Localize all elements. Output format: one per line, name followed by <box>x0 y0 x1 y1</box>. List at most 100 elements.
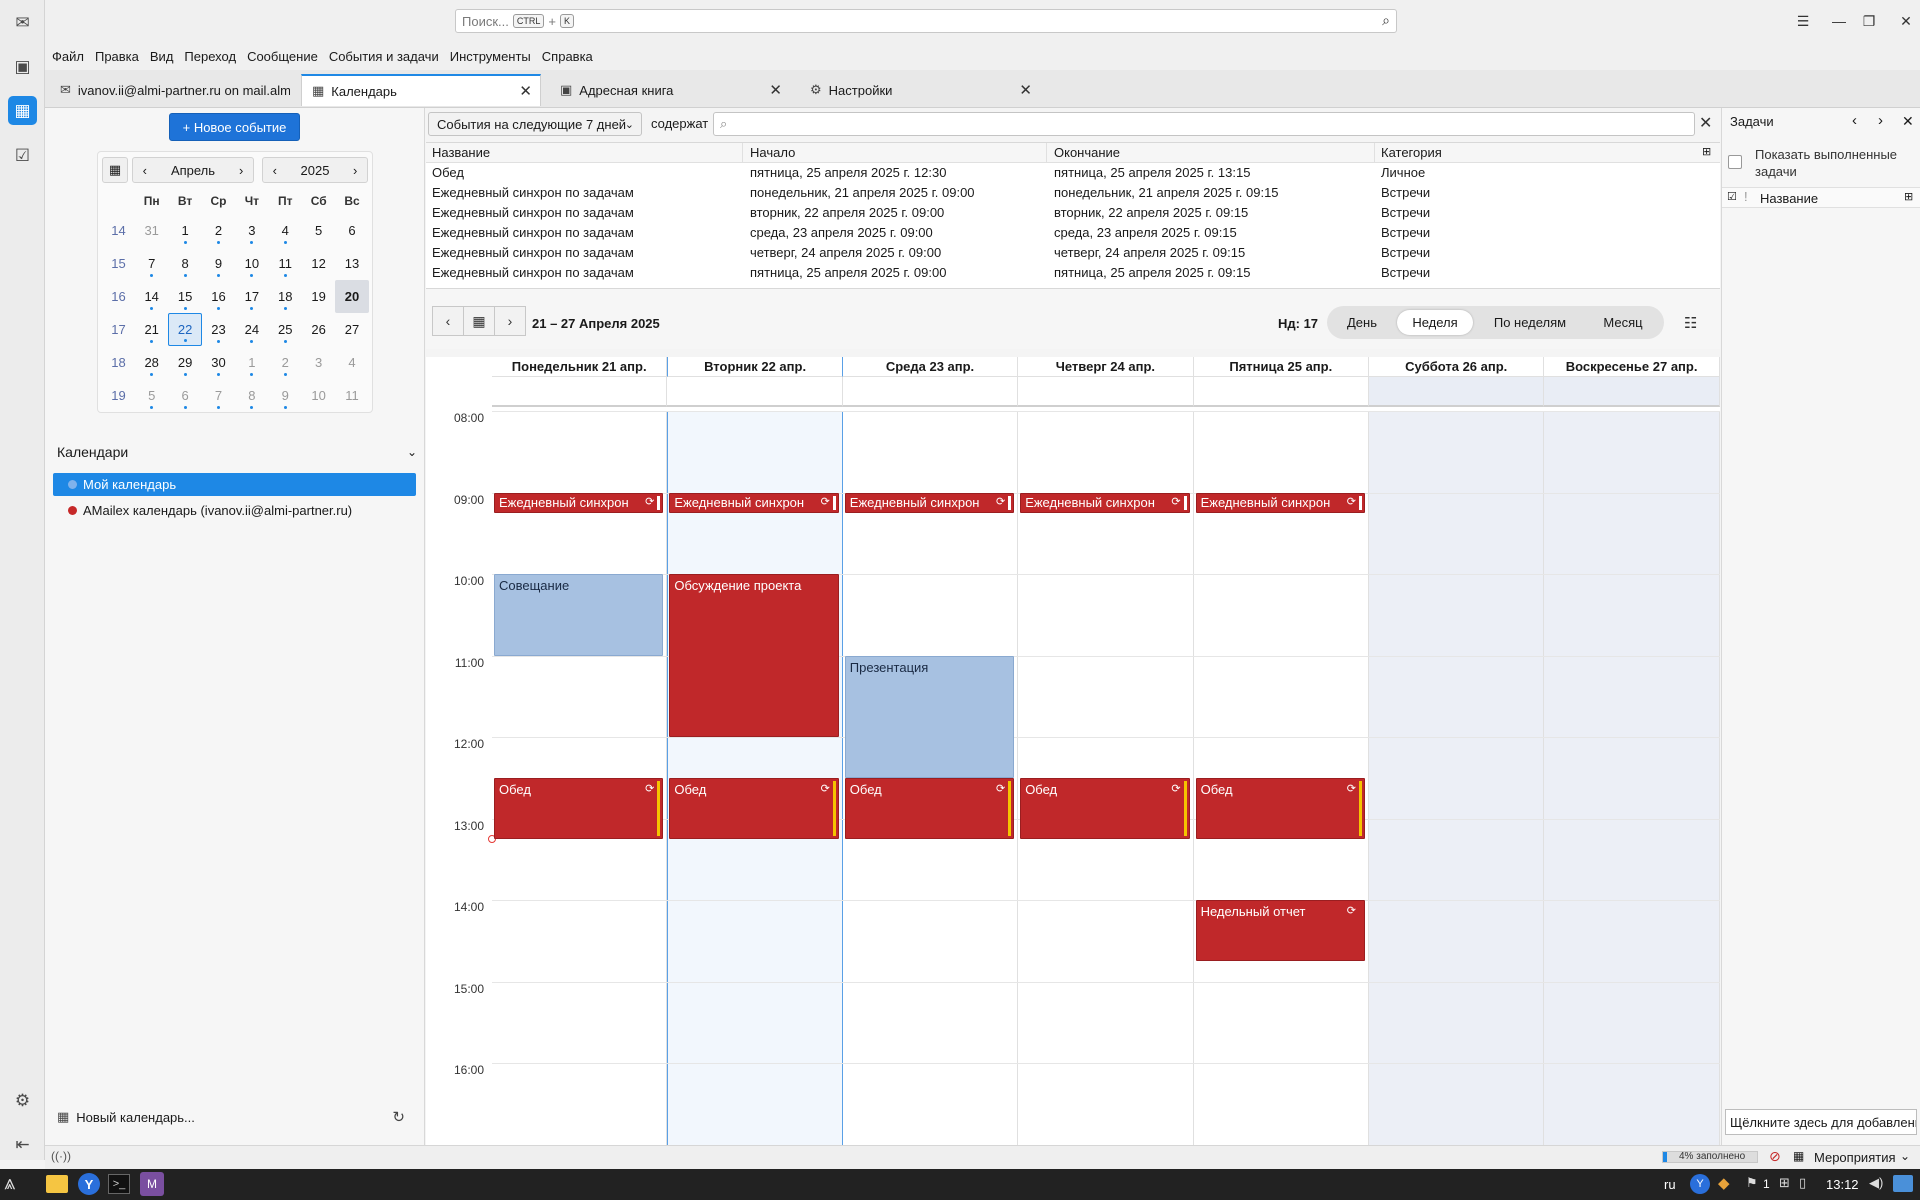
terminal-icon[interactable]: >_ <box>108 1174 130 1194</box>
calendar-event[interactable]: Обсуждение проекта <box>669 574 839 737</box>
day-header[interactable]: Суббота 26 апр. <box>1369 357 1545 377</box>
tab-mail[interactable]: ✉ ivanov.ii@almi-partner.ru on mail.almi <box>50 74 290 106</box>
view-multiweek-button[interactable]: По неделям <box>1477 310 1583 335</box>
menu-message[interactable]: Сообщение <box>247 49 318 64</box>
day-cell[interactable]: 30 <box>202 346 235 379</box>
column-start[interactable]: Начало <box>750 145 795 160</box>
today-calendar-icon[interactable]: ▦ <box>102 157 128 183</box>
day-cell[interactable]: 22 <box>168 313 202 346</box>
day-column[interactable] <box>1544 411 1720 1145</box>
day-cell[interactable]: 2 <box>202 214 235 247</box>
event-filter-input[interactable]: ⌕ <box>713 112 1695 136</box>
day-cell[interactable]: 24 <box>235 313 268 346</box>
year-label[interactable]: 2025 <box>287 163 344 178</box>
day-cell[interactable]: 9 <box>202 247 235 280</box>
volume-icon[interactable]: ◀) <box>1869 1175 1883 1191</box>
chevron-down-icon[interactable]: ⌄ <box>407 445 417 459</box>
prev-year-icon[interactable]: ‹ <box>263 163 287 178</box>
day-cell[interactable]: 7 <box>202 379 235 412</box>
table-row[interactable]: Ежедневный синхрон по задачам пятница, 25… <box>426 263 1720 283</box>
menu-file[interactable]: Файл <box>52 49 84 64</box>
view-month-button[interactable]: Месяц <box>1587 310 1659 335</box>
calendar-event[interactable]: Ежедневный синхрон ⟳ <box>669 492 839 513</box>
network-icon[interactable]: ⊞ <box>1779 1175 1790 1191</box>
day-cell[interactable]: 7 <box>135 247 168 280</box>
day-cell[interactable]: 28 <box>135 346 168 379</box>
table-row[interactable]: Ежедневный синхрон по задачам четверг, 24… <box>426 243 1720 263</box>
close-tab-icon[interactable]: ✕ <box>1019 81 1032 99</box>
day-cell[interactable]: 1 <box>168 214 201 247</box>
day-cell[interactable]: 16 <box>202 280 235 313</box>
day-cell[interactable]: 4 <box>335 346 368 379</box>
day-cell[interactable]: 27 <box>335 313 368 346</box>
files-icon[interactable] <box>46 1175 68 1193</box>
table-row[interactable]: Ежедневный синхрон по задачам понедельник… <box>426 183 1720 203</box>
search-icon[interactable]: ⌕ <box>1382 12 1390 29</box>
day-cell[interactable]: 13 <box>335 247 368 280</box>
collapse-spaces-icon[interactable]: ⇤ <box>8 1130 37 1159</box>
column-end[interactable]: Окончание <box>1054 145 1120 160</box>
calendar-event[interactable]: Обед ⟳ <box>1195 777 1365 839</box>
new-calendar-button[interactable]: ▦ Новый календарь... ↻ <box>57 1108 413 1126</box>
day-cell[interactable]: 18 <box>269 280 302 313</box>
day-cell[interactable]: 5 <box>135 379 168 412</box>
column-task-name[interactable]: Название <box>1760 191 1818 206</box>
calendar-event[interactable]: Ежедневный синхрон ⟳ <box>844 492 1015 513</box>
mail-icon[interactable]: ✉ <box>8 8 37 37</box>
next-month-icon[interactable]: › <box>229 163 253 178</box>
close-window-icon[interactable]: ✕ <box>1895 10 1917 32</box>
next-week-icon[interactable]: › <box>494 306 526 336</box>
day-cell[interactable]: 15 <box>168 280 201 313</box>
calendar-icon[interactable]: ▦ <box>8 96 37 125</box>
events-label[interactable]: Мероприятия <box>1814 1150 1896 1165</box>
day-cell[interactable]: 5 <box>302 214 335 247</box>
day-header[interactable]: Вторник 22 апр. <box>667 357 843 377</box>
all-day-cell[interactable] <box>492 377 668 407</box>
month-label[interactable]: Апрель <box>157 163 230 178</box>
day-cell[interactable]: 29 <box>168 346 201 379</box>
close-unifinder-icon[interactable]: ✕ <box>1699 113 1712 133</box>
menu-edit[interactable]: Правка <box>95 49 139 64</box>
refresh-icon[interactable]: ↻ <box>392 1108 405 1126</box>
all-day-cell[interactable] <box>1193 377 1369 407</box>
calendar-event[interactable]: Обед ⟳ <box>494 777 664 839</box>
all-day-cell[interactable] <box>842 377 1019 407</box>
close-icon[interactable]: ✕ <box>1902 113 1914 130</box>
day-cell[interactable]: 21 <box>135 313 168 346</box>
calendar-event[interactable]: Недельный отчет ⟳ <box>1195 900 1365 962</box>
calendar-event[interactable]: Совещание <box>494 574 664 656</box>
address-book-icon[interactable]: ▣ <box>8 52 37 81</box>
tab-settings[interactable]: ⚙ Настройки ✕ <box>800 74 1040 106</box>
day-cell[interactable]: 9 <box>269 379 302 412</box>
table-row[interactable]: Обед пятница, 25 апреля 2025 г. 12:30 пятн… <box>426 163 1720 183</box>
day-cell[interactable]: 8 <box>168 247 201 280</box>
prev-week-icon[interactable]: ‹ <box>432 306 464 336</box>
day-cell[interactable]: 8 <box>235 379 268 412</box>
menu-events-tasks[interactable]: События и задачи <box>329 49 439 64</box>
menu-tools[interactable]: Инструменты <box>450 49 531 64</box>
prev-icon[interactable]: ‹ <box>1852 112 1857 129</box>
menu-go[interactable]: Переход <box>184 49 236 64</box>
day-cell[interactable]: 14 <box>135 280 168 313</box>
column-title[interactable]: Название <box>432 145 490 160</box>
calendar-event[interactable]: Ежедневный синхрон ⟳ <box>1195 492 1365 513</box>
day-cell[interactable]: 11 <box>269 247 302 280</box>
do-not-disturb-icon[interactable]: ⊘ <box>1769 1148 1781 1165</box>
day-cell[interactable]: 11 <box>335 379 368 412</box>
priority-column[interactable]: ! <box>1744 189 1748 204</box>
day-cell[interactable]: 10 <box>235 247 268 280</box>
day-column[interactable] <box>1369 411 1545 1145</box>
next-year-icon[interactable]: › <box>343 163 367 178</box>
tasks-icon[interactable]: ☑ <box>8 141 37 170</box>
global-search-input[interactable]: Поиск... CTRL + K ⌕ <box>455 9 1397 33</box>
calendar-event[interactable]: Ежедневный синхрон ⟳ <box>1020 492 1190 513</box>
mail-app-icon[interactable]: M <box>140 1172 164 1196</box>
view-day-button[interactable]: День <box>1331 310 1393 335</box>
prev-month-icon[interactable]: ‹ <box>133 163 157 178</box>
tab-calendar[interactable]: ▦ Календарь ✕ <box>301 74 541 106</box>
new-event-button[interactable]: + Новое событие <box>169 113 300 141</box>
event-filter-select[interactable]: События на следующие 7 дней ⌄ <box>428 112 642 136</box>
calendar-event[interactable]: Презентация <box>844 655 1015 778</box>
table-row[interactable]: Ежедневный синхрон по задачам среда, 23 а… <box>426 223 1720 243</box>
all-day-cell[interactable] <box>1544 377 1720 407</box>
